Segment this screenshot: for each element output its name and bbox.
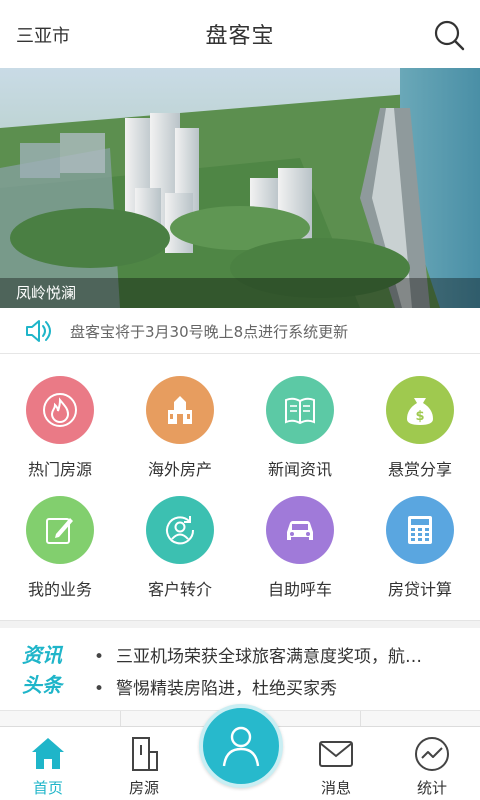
notice-text: 盘客宝将于3月30号晚上8点进行系统更新 <box>70 323 349 341</box>
search-icon[interactable] <box>432 18 466 52</box>
tab-home[interactable]: 首页 <box>0 727 96 800</box>
home-icon <box>32 738 64 769</box>
grid-item-reward-share[interactable]: $ 悬赏分享 <box>360 360 480 480</box>
grid-label: 房贷计算 <box>387 580 452 599</box>
news-item[interactable]: 三亚机场荣获全球旅客满意度奖项，航… <box>94 642 422 667</box>
car-icon <box>266 496 334 564</box>
grid-label: 新闻资讯 <box>267 460 332 479</box>
notice-bar[interactable]: 盘客宝将于3月30号晚上8点进行系统更新 <box>0 308 480 354</box>
app-title: 盘客宝 <box>205 24 275 49</box>
divider-line <box>360 711 361 727</box>
news-headlines: 资讯 头条 三亚机场荣获全球旅客满意度奖项，航… 警惕精装房陷进，杜绝买家秀 <box>0 628 480 710</box>
grid-label: 悬赏分享 <box>387 460 452 479</box>
news-item[interactable]: 警惕精装房陷进，杜绝买家秀 <box>94 674 337 699</box>
grid-label: 自助呼车 <box>267 580 332 599</box>
grid-item-hot-listings[interactable]: 热门房源 <box>0 360 120 480</box>
grid-item-call-car[interactable]: 自助呼车 <box>240 480 360 600</box>
banner-image[interactable]: 凤岭悦澜 <box>0 68 480 308</box>
tab-statistics[interactable]: 统计 <box>384 727 480 800</box>
news-badge: 资讯 头条 <box>22 640 74 700</box>
top-header: 三亚市 盘客宝 <box>0 0 480 68</box>
feature-grid: 热门房源 海外房产 新闻资讯 $ 悬赏分享 我的业务 客户转介 自助呼车 房贷计… <box>0 360 480 618</box>
divider-line <box>120 711 121 727</box>
grid-item-my-business[interactable]: 我的业务 <box>0 480 120 600</box>
calculator-icon <box>386 496 454 564</box>
money-bag-icon: $ <box>386 376 454 444</box>
mail-icon <box>319 741 353 767</box>
grid-item-overseas-property[interactable]: 海外房产 <box>120 360 240 480</box>
edit-icon <box>26 496 94 564</box>
banner-caption-text: 凤岭悦澜 <box>16 284 77 302</box>
newspaper-icon <box>266 376 334 444</box>
grid-label: 客户转介 <box>147 580 212 599</box>
news-badge-line2: 头条 <box>22 673 62 697</box>
user-icon <box>222 726 260 767</box>
speaker-icon <box>26 320 51 342</box>
banner-caption: 凤岭悦澜 <box>0 278 480 308</box>
news-badge-line1: 资讯 <box>22 643 62 667</box>
svg-text:$: $ <box>415 409 424 424</box>
flame-icon <box>26 376 94 444</box>
center-profile-button[interactable] <box>199 704 283 788</box>
grid-item-client-referral[interactable]: 客户转介 <box>120 480 240 600</box>
client-refer-icon <box>146 496 214 564</box>
tab-label: 房源 <box>128 779 159 797</box>
tab-listings[interactable]: 房源 <box>96 727 192 800</box>
grid-item-loan-calculator[interactable]: 房贷计算 <box>360 480 480 600</box>
chart-icon <box>415 737 449 771</box>
tab-label: 消息 <box>320 779 351 797</box>
grid-label: 热门房源 <box>27 460 92 479</box>
section-divider <box>0 620 480 628</box>
house-listing-icon <box>132 737 158 771</box>
tab-label: 统计 <box>416 779 447 797</box>
tab-messages[interactable]: 消息 <box>288 727 384 800</box>
grid-item-news[interactable]: 新闻资讯 <box>240 360 360 480</box>
banner-illustration <box>0 68 480 308</box>
building-icon <box>146 376 214 444</box>
grid-label: 我的业务 <box>27 580 92 599</box>
grid-label: 海外房产 <box>147 460 212 479</box>
tab-label: 首页 <box>32 779 63 797</box>
